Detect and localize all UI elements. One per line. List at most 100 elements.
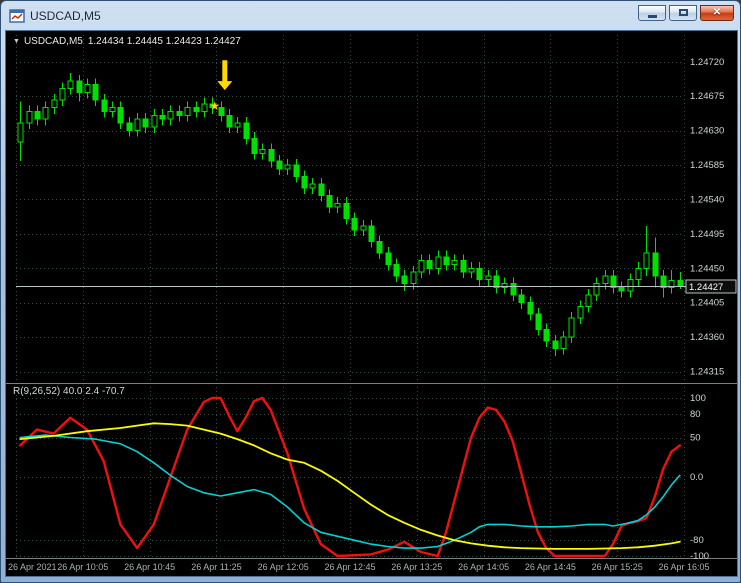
candle <box>318 178 325 202</box>
candle <box>585 288 592 313</box>
maximize-button[interactable] <box>669 4 697 21</box>
indicator-axis-label: -100 <box>690 551 709 562</box>
candle <box>527 296 534 321</box>
indicator-axis-label: 0.0 <box>690 472 703 483</box>
price-axis-label: 1.24360 <box>690 332 724 343</box>
price-axis-label: 1.24540 <box>690 194 724 205</box>
candle <box>627 273 634 298</box>
window-title: USDCAD,M5 <box>30 8 101 23</box>
candle <box>268 143 275 168</box>
candle <box>167 105 174 126</box>
candle <box>301 170 308 195</box>
candle <box>426 254 433 275</box>
candle <box>635 262 642 286</box>
time-axis-label: 26 Apr 2021 <box>8 562 57 572</box>
candle <box>134 113 141 137</box>
time-axis-labels: 26 Apr 2021 26 Apr 10:05 26 Apr 10:45 26 Ap… <box>8 562 710 572</box>
price-axis-label: 1.24405 <box>690 298 724 309</box>
candle <box>543 323 550 348</box>
window-titlebar[interactable]: USDCAD,M5 ✕ <box>1 1 740 30</box>
candle <box>593 277 600 302</box>
indicator-line-yellow <box>19 422 681 550</box>
price-axis-label: 1.24720 <box>690 57 724 68</box>
candle <box>401 269 408 292</box>
candle <box>493 269 500 294</box>
candle <box>660 269 667 298</box>
candle <box>276 155 283 175</box>
price-axis-label: 1.24450 <box>690 263 724 274</box>
price-axis-label: 1.24495 <box>690 229 724 240</box>
maximize-icon <box>678 9 688 16</box>
chart-ohlc-header: ▼ USDCAD,M5 1.24434 1.24445 1.24423 1.2442… <box>13 36 246 47</box>
time-axis-label: 26 Apr 11:25 <box>191 562 241 572</box>
candle <box>92 78 99 107</box>
candle <box>560 330 567 355</box>
candle <box>610 269 617 294</box>
time-axis-label: 26 Apr 15:25 <box>592 562 643 572</box>
candle <box>184 101 191 122</box>
close-icon: ✕ <box>712 6 722 18</box>
right-axis-labels: 1.24720 1.24675 1.24630 1.24585 1.24540 1.244… <box>690 57 724 562</box>
candle <box>568 311 575 344</box>
ohlc-values: 1.24434 1.24445 1.24423 1.24427 <box>87 36 241 47</box>
candle <box>418 254 425 279</box>
candle <box>142 113 149 133</box>
price-axis-label: 1.24630 <box>690 126 724 137</box>
indicator-axis-label: 100 <box>690 393 706 404</box>
time-axis-label: 26 Apr 10:45 <box>124 562 175 572</box>
candle <box>151 109 158 133</box>
candle <box>126 116 133 137</box>
chart-window-icon <box>9 8 25 24</box>
grid-layer <box>16 35 685 558</box>
candle <box>42 101 49 126</box>
candle <box>309 178 316 195</box>
candle <box>393 258 400 283</box>
candle <box>368 220 375 248</box>
candle <box>577 300 584 325</box>
candle <box>360 220 367 237</box>
candle <box>201 97 208 118</box>
candle <box>234 116 241 133</box>
chart-canvas[interactable]: 1.24427★1.247201.246751.246301.245851.24… <box>6 31 737 576</box>
candle <box>284 158 291 175</box>
time-axis-label: 26 Apr 14:45 <box>525 562 576 572</box>
price-axis-label: 1.24675 <box>690 91 724 102</box>
candle <box>193 101 200 118</box>
candle <box>385 246 392 271</box>
candle <box>26 105 33 130</box>
star-annotation[interactable]: ★ <box>209 99 220 113</box>
candle <box>518 288 525 309</box>
time-axis-label: 26 Apr 13:25 <box>391 562 442 572</box>
candle <box>652 237 659 288</box>
candle <box>159 109 166 126</box>
collapse-triangle-icon: ▼ <box>13 38 20 45</box>
indicator-axis-label: 80 <box>690 409 701 420</box>
price-axis-label: 1.24585 <box>690 160 724 171</box>
pane-separators <box>6 383 737 559</box>
minimize-button[interactable] <box>638 4 666 21</box>
candle <box>34 105 41 126</box>
mt4-chart-window: USDCAD,M5 ✕ 1.24427 ★ 1.24720 1.24675 1.2463… <box>0 0 741 583</box>
candle <box>176 105 183 122</box>
candle <box>251 132 258 160</box>
candle <box>67 73 74 95</box>
current-price-label: 1.24427 <box>689 282 723 293</box>
chart-client-area[interactable]: 1.24427 ★ 1.24720 1.24675 1.24630 1.24585 1.24… <box>5 30 738 577</box>
close-button[interactable]: ✕ <box>700 4 734 21</box>
candle <box>351 212 358 237</box>
candle <box>259 143 266 160</box>
candle <box>501 277 508 294</box>
candle <box>510 277 517 302</box>
time-axis-label: 26 Apr 12:05 <box>258 562 309 572</box>
candle <box>460 254 467 279</box>
candle <box>109 101 116 118</box>
candle <box>59 82 66 107</box>
indicator-label: R(9,26,52) 40.0 2.4 -70.7 <box>13 386 125 397</box>
candle <box>535 308 542 336</box>
sell-arrow-annotation[interactable] <box>217 60 233 91</box>
candle <box>618 281 625 298</box>
candle <box>643 226 650 276</box>
candle <box>17 101 24 162</box>
window-controls: ✕ <box>638 4 734 21</box>
candle <box>326 189 333 214</box>
